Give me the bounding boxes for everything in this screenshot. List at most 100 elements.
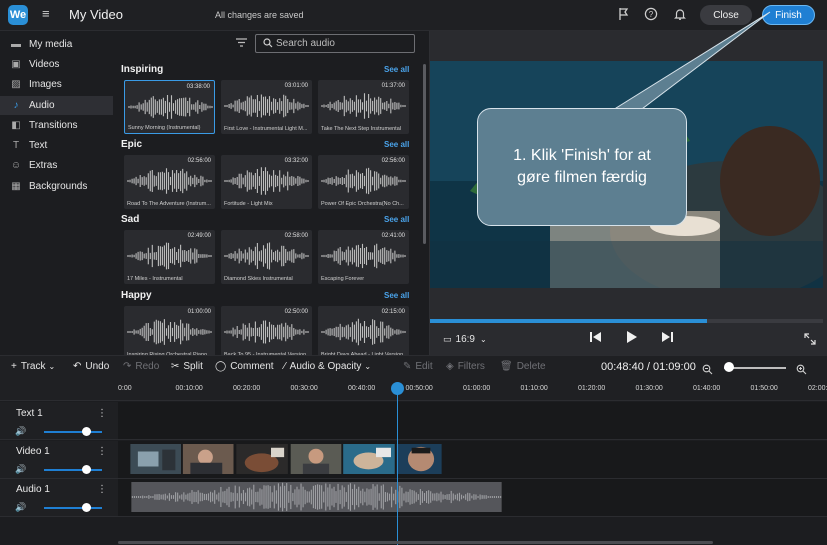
track-header-audio: Audio 1 ⋮ 🔊 [0,479,118,517]
timeline-scrollbar[interactable] [118,541,713,544]
audio-track-tile[interactable]: 03:32:00 Fortitude - Light Mix [221,155,312,209]
skip-back-icon[interactable] [589,331,602,346]
see-all-link[interactable]: See all [384,215,409,224]
sidebar-item-my-media[interactable]: ▬ My media [0,35,113,54]
audio-opacity-label: Audio & Opacity [289,361,362,372]
ruler-tick-label: 00:40:00 [348,385,376,392]
project-title[interactable]: My Video [69,7,123,22]
text-track-lane[interactable] [118,402,827,440]
sidebar-item-extras[interactable]: ☺ Extras [0,156,113,175]
sidebar: ▬ My media ▣ Videos ▨ Images ♪ Audio ◧ Transi… [0,31,113,355]
volume-slider-handle[interactable] [81,465,91,474]
volume-slider-handle[interactable] [81,427,91,436]
zoom-out-icon[interactable] [702,362,713,380]
search-input[interactable]: Search audio [255,34,415,53]
volume-slider[interactable] [44,507,102,509]
track-title: Take The Next Step Instrumental [321,126,401,132]
sidebar-item-text[interactable]: T Text [0,136,113,155]
filter-icon[interactable] [236,38,247,50]
sidebar-item-label: Text [29,140,48,151]
kebab-menu-icon[interactable]: ⋮ [97,408,107,419]
track-title: First Love - Instrumental Light M... [224,126,308,132]
film-icon: ▣ [11,59,21,70]
track-name[interactable]: Video 1 [16,446,50,457]
menu-icon[interactable]: ≡ [42,6,50,21]
see-all-link[interactable]: See all [384,291,409,300]
redo-button[interactable]: ↷ Redo [123,361,159,372]
image-icon: ▨ [11,79,21,90]
play-icon[interactable] [626,331,638,346]
kebab-menu-icon[interactable]: ⋮ [97,446,107,457]
category-title: Sad [121,214,140,225]
volume-icon[interactable]: 🔊 [15,426,26,437]
category-title: Epic [121,139,143,150]
track-name[interactable]: Audio 1 [16,484,50,495]
zoom-in-icon[interactable] [796,362,807,380]
see-all-link[interactable]: See all [384,140,409,149]
chevron-down-icon: ⌄ [48,362,56,371]
audio-track-tile[interactable]: 02:41:00 Escaping Forever [318,230,409,284]
see-all-link[interactable]: See all [384,65,409,74]
library-scrollbar[interactable] [423,64,426,244]
filters-button[interactable]: ◈ Filters [446,361,485,372]
audio-track-tile[interactable]: 02:56:00 Road To The Adventure (Instrum..… [124,155,215,209]
audio-track-tile[interactable]: 02:49:00 17 Miles - Instrumental [124,230,215,284]
ruler-tick-label: 01:50:00 [750,385,778,392]
sidebar-item-label: Transitions [29,120,78,131]
monitor-icon: ▭ [443,334,452,344]
app-logo[interactable]: We [8,5,28,25]
ruler-tick-label: 01:30:00 [635,385,663,392]
ruler-tick-label: 01:00:00 [463,385,491,392]
audio-track-tile[interactable]: 02:15:00Bright Days Ahead - Light Versio… [318,306,409,360]
split-button[interactable]: ✂ Split [171,361,203,372]
volume-icon[interactable]: 🔊 [15,464,26,475]
sidebar-item-backgrounds[interactable]: ▦ Backgrounds [0,177,113,196]
sidebar-item-images[interactable]: ▨ Images [0,75,113,94]
waveform-thumbnail [321,318,406,346]
comment-icon: ◯ [215,361,227,372]
ruler-tick-label: 00:30:00 [290,385,318,392]
sidebar-item-audio[interactable]: ♪ Audio [0,96,113,115]
aspect-ratio-select[interactable]: ▭ 16:9 ⌄ [443,334,487,345]
audio-track-tile[interactable]: 02:50:00Back To 95 - Instrumental Versio… [221,306,312,360]
track-name[interactable]: Text 1 [16,408,43,419]
track-duration: 02:49:00 [187,233,211,239]
delete-button[interactable]: 🗑 Delete [500,361,546,372]
skip-forward-icon[interactable] [661,331,674,346]
audio-track-tile[interactable]: 03:38:00 Sunny Morning (Instrumental) [124,80,215,134]
track-title: Sunny Morning (Instrumental) [128,125,201,131]
comment-button[interactable]: ◯ Comment [215,361,274,372]
aspect-ratio-value: 16:9 [455,334,475,345]
audio-track-tile[interactable]: 02:56:00 Power Of Epic Orchestra(No Ch... [318,155,409,209]
waveform-thumbnail [224,320,309,344]
edit-button[interactable]: ✎ Edit [403,361,433,372]
volume-icon[interactable]: 🔊 [15,502,26,513]
video-clip[interactable] [120,444,452,474]
ruler-tick-label: 00:10:00 [175,385,203,392]
audio-opacity-button[interactable]: ⁄ Audio & Opacity ⌄ [284,361,371,372]
category-title: Inspiring [121,64,164,75]
fullscreen-icon[interactable] [804,333,816,348]
kebab-menu-icon[interactable]: ⋮ [97,484,107,495]
waveform-thumbnail [127,168,212,194]
playhead-handle[interactable] [391,382,404,395]
waveform-thumbnail [321,243,406,269]
audio-track-tile[interactable]: 02:58:00 Diamond Skies Instrumental [221,230,312,284]
trash-icon: 🗑 [500,361,513,372]
sidebar-item-label: Audio [29,100,55,111]
sidebar-item-videos[interactable]: ▣ Videos [0,55,113,74]
filters-icon: ◈ [446,361,454,372]
text-icon: T [12,140,20,151]
volume-slider[interactable] [44,469,102,471]
volume-slider-handle[interactable] [81,503,91,512]
volume-slider[interactable] [44,431,102,433]
add-track-button[interactable]: + Track ⌄ [11,361,55,372]
audio-track-tile[interactable]: 01:37:00 Take The Next Step Instrumental [318,80,409,134]
audio-track-tile[interactable]: 01:00:00Inspiring Rising Orchestral Pian… [124,306,215,360]
undo-button[interactable]: ↶ Undo [73,361,109,372]
edit-icon: ✎ [403,361,412,372]
track-duration: 02:41:00 [381,233,405,239]
sidebar-item-transitions[interactable]: ◧ Transitions [0,116,113,135]
audio-track-tile[interactable]: 03:01:00 First Love - Instrumental Light … [221,80,312,134]
audio-clip[interactable] [119,482,514,512]
